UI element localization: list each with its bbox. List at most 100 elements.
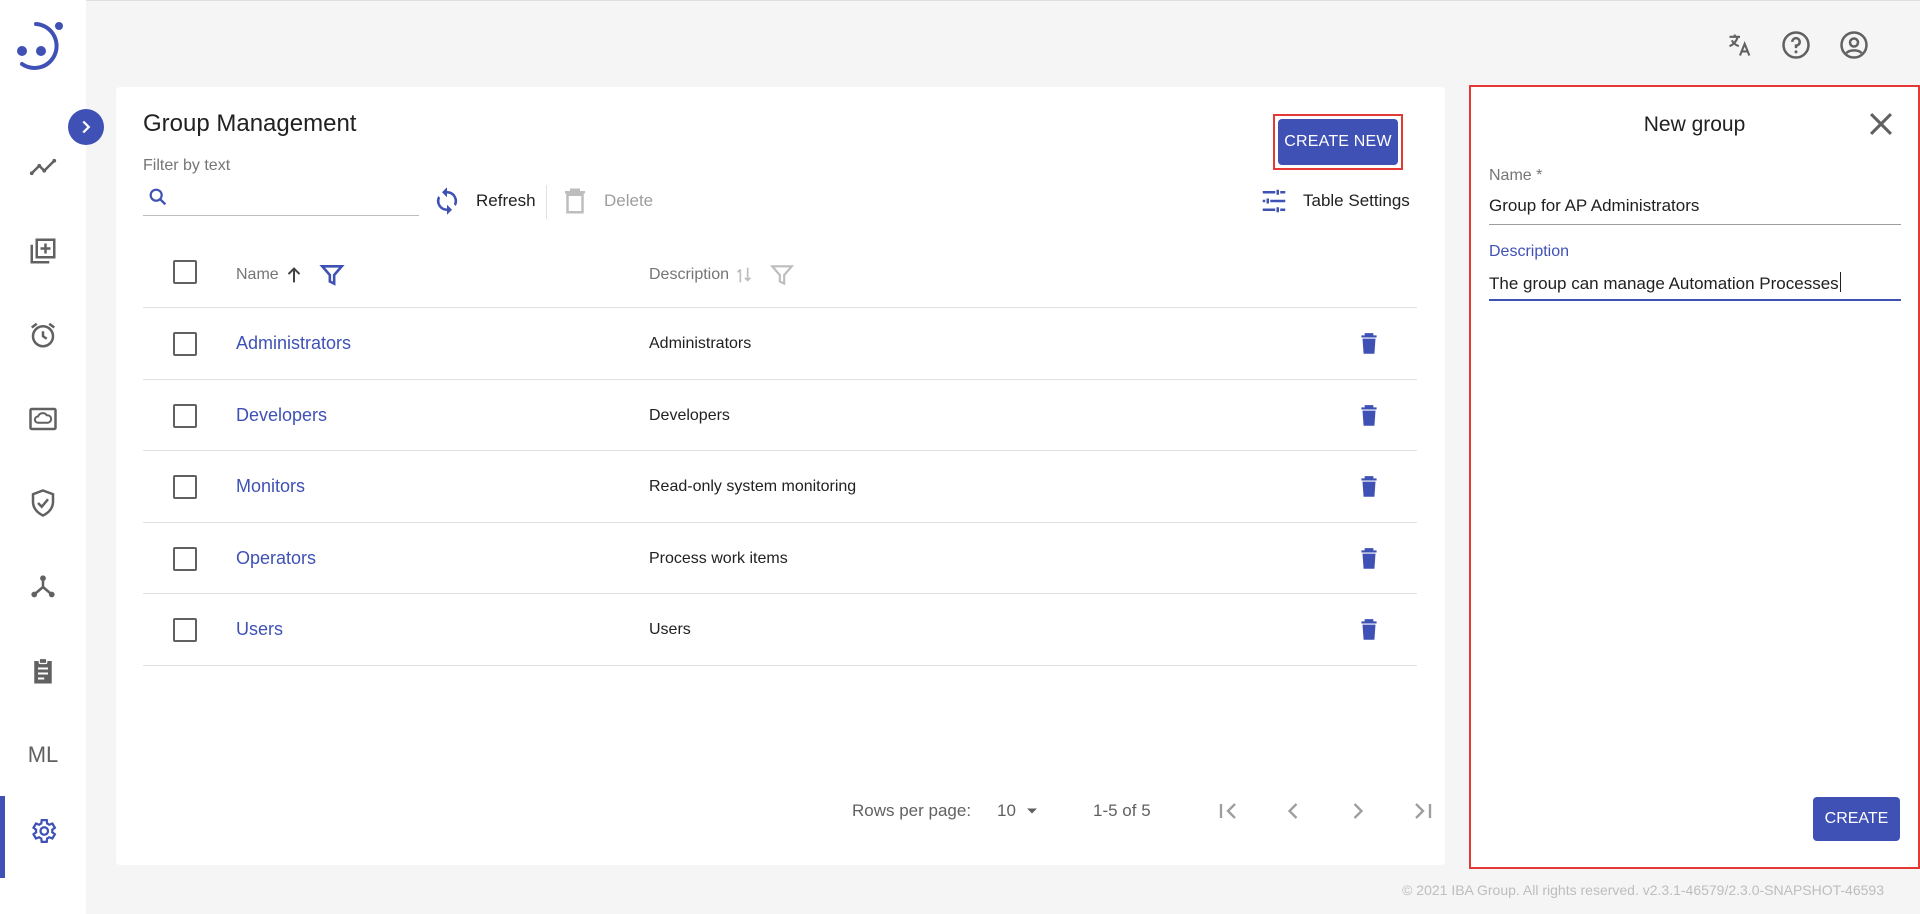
- shield-check-icon: [31, 489, 55, 517]
- app-logo-icon[interactable]: [14, 18, 68, 76]
- delete-row-icon[interactable]: [1356, 331, 1382, 357]
- rows-per-page-value: 10: [997, 801, 1016, 820]
- refresh-button[interactable]: Refresh: [432, 183, 536, 219]
- nav-item-settings[interactable]: [0, 796, 86, 878]
- filter-label: Filter by text: [143, 157, 231, 174]
- nav-item-cloud[interactable]: [0, 384, 86, 454]
- description-field[interactable]: Description The group can manage Automat…: [1489, 243, 1901, 301]
- new-group-panel: New group Name * Group for AP Administra…: [1469, 85, 1920, 869]
- help-icon[interactable]: [1780, 29, 1812, 61]
- page-title: Group Management: [143, 110, 357, 137]
- group-description: Developers: [649, 406, 730, 424]
- gear-icon: [32, 819, 57, 843]
- delete-row-icon[interactable]: [1356, 546, 1382, 572]
- trash-outline-icon: [565, 188, 585, 214]
- delete-row-icon[interactable]: [1356, 617, 1382, 643]
- nav-item-security[interactable]: [0, 468, 86, 538]
- footer-copyright: © 2021 IBA Group. All rights reserved. v…: [1402, 882, 1884, 898]
- name-input[interactable]: Group for AP Administrators: [1489, 193, 1901, 225]
- toolbar-divider: [546, 185, 547, 219]
- table-row[interactable]: Developers Developers: [143, 380, 1417, 451]
- table-settings-button[interactable]: Table Settings: [1259, 183, 1410, 219]
- table-row[interactable]: Operators Process work items: [143, 523, 1417, 594]
- create-button[interactable]: CREATE: [1813, 797, 1900, 841]
- group-name-link[interactable]: Developers: [236, 405, 327, 426]
- chevron-right-icon: [82, 120, 91, 134]
- next-page-button[interactable]: [1340, 793, 1376, 829]
- filter-input[interactable]: [179, 184, 415, 212]
- rows-per-page-label: Rows per page:: [852, 801, 972, 820]
- sort-both-icon[interactable]: [733, 264, 755, 286]
- sort-ascending-icon[interactable]: [283, 264, 305, 286]
- search-icon: [149, 188, 167, 206]
- last-page-icon: [1415, 803, 1432, 819]
- group-name-link[interactable]: Monitors: [236, 476, 305, 497]
- create-new-button[interactable]: CREATE NEW: [1278, 119, 1398, 165]
- delete-row-icon[interactable]: [1356, 403, 1382, 429]
- chevron-right-icon: [1353, 803, 1364, 819]
- description-input[interactable]: The group can manage Automation Processe…: [1489, 269, 1901, 301]
- column-name-label: Name: [236, 266, 279, 283]
- row-checkbox[interactable]: [173, 332, 197, 356]
- text-caret: [1839, 272, 1841, 292]
- group-description: Users: [649, 621, 691, 638]
- table-row[interactable]: Users Users: [143, 594, 1417, 666]
- refresh-label: Refresh: [476, 191, 536, 210]
- refresh-icon: [436, 187, 458, 215]
- nav-item-library[interactable]: [0, 216, 86, 286]
- tune-icon: [1262, 189, 1286, 213]
- panel-title: New group: [1643, 113, 1746, 136]
- filter-active-icon[interactable]: [319, 262, 345, 288]
- nav-item-statistics[interactable]: [0, 132, 86, 202]
- row-checkbox[interactable]: [173, 618, 197, 642]
- caret-down-icon: [1026, 808, 1037, 814]
- chevron-left-icon: [1287, 803, 1298, 819]
- row-checkbox[interactable]: [173, 475, 197, 499]
- nav-item-scheduler[interactable]: [0, 300, 86, 370]
- nav-item-nodes[interactable]: [0, 552, 86, 622]
- column-description-label: Description: [649, 266, 730, 283]
- group-description: Administrators: [649, 335, 752, 352]
- group-name-link[interactable]: Operators: [236, 548, 316, 569]
- ml-text-icon: ML: [27, 742, 59, 767]
- cloud-screen-icon: [29, 407, 57, 431]
- delete-label: Delete: [604, 191, 654, 210]
- group-description: Process work items: [649, 549, 788, 567]
- add-library-icon: [30, 238, 56, 264]
- clipboard-icon: [34, 657, 52, 684]
- column-header-name[interactable]: Name: [236, 262, 345, 288]
- groups-table: Name Description Administrators Administ…: [143, 236, 1417, 666]
- previous-page-button[interactable]: [1275, 793, 1311, 829]
- row-checkbox[interactable]: [173, 546, 197, 571]
- last-page-button[interactable]: [1405, 793, 1441, 829]
- group-name-link[interactable]: Administrators: [236, 333, 351, 354]
- name-field-label: Name *: [1489, 167, 1543, 184]
- translate-icon[interactable]: [1724, 29, 1756, 61]
- group-management-card: Group Management CREATE NEW Filter by te…: [116, 87, 1445, 865]
- rows-per-page-select[interactable]: 10: [997, 801, 1042, 821]
- close-icon[interactable]: [1864, 107, 1898, 141]
- filter-icon[interactable]: [769, 262, 795, 288]
- nav-item-tasks[interactable]: [0, 636, 86, 706]
- name-field[interactable]: Name * Group for AP Administrators: [1489, 167, 1901, 225]
- group-description: Read-only system monitoring: [649, 478, 857, 495]
- row-checkbox[interactable]: [173, 403, 197, 428]
- column-header-description[interactable]: Description: [649, 262, 795, 288]
- topbar: [86, 0, 1920, 86]
- page-range: 1-5 of 5: [1093, 801, 1151, 820]
- table-row[interactable]: Administrators Administrators: [143, 308, 1417, 380]
- select-all-checkbox[interactable]: [173, 260, 197, 284]
- sidebar-expand-button[interactable]: [68, 109, 104, 145]
- trend-icon: [29, 158, 57, 176]
- hub-icon: [31, 575, 55, 598]
- description-value: The group can manage Automation Processe…: [1489, 274, 1839, 293]
- filter-field: [143, 180, 419, 216]
- first-page-icon: [1219, 803, 1236, 819]
- delete-row-icon[interactable]: [1356, 474, 1382, 500]
- table-row[interactable]: Monitors Read-only system monitoring: [143, 451, 1417, 523]
- account-circle-icon[interactable]: [1838, 29, 1870, 61]
- first-page-button[interactable]: [1210, 793, 1246, 829]
- group-name-link[interactable]: Users: [236, 619, 283, 640]
- nav-item-ml[interactable]: ML: [0, 720, 86, 790]
- delete-button[interactable]: Delete: [560, 183, 653, 219]
